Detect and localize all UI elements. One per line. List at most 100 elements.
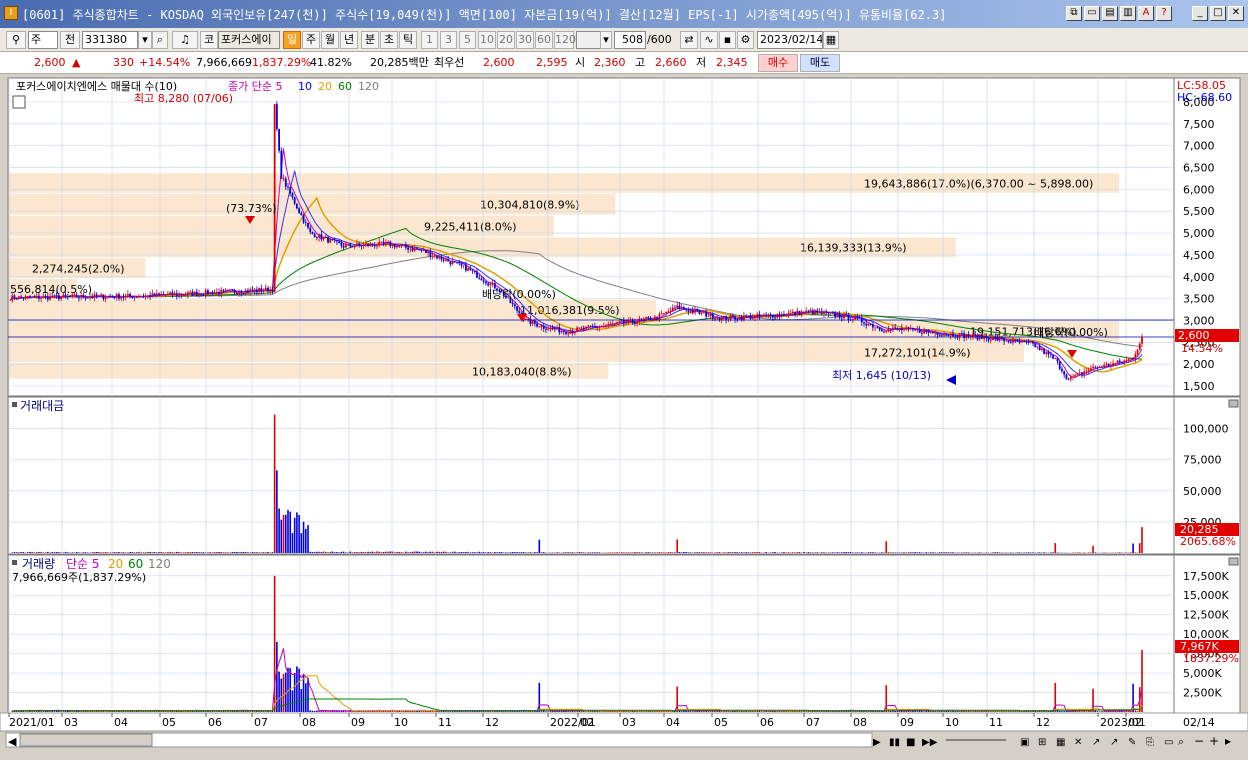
volume-bar: [1081, 711, 1083, 712]
amount-bar: [516, 552, 518, 553]
maximize-icon[interactable]: □: [1210, 6, 1226, 21]
amount-bar: [576, 552, 578, 553]
search-icon[interactable]: ⌕: [152, 31, 168, 49]
candle-body: [267, 288, 269, 292]
interval-60[interactable]: 60: [535, 31, 553, 49]
amount-bar: [659, 552, 661, 553]
swap-icon[interactable]: ⇄: [680, 31, 698, 49]
grid-icon[interactable]: ▦: [1056, 737, 1065, 748]
layout-icon[interactable]: ▣: [1020, 737, 1029, 748]
grid-icon[interactable]: [13, 96, 25, 108]
question-icon[interactable]: ?: [1156, 6, 1172, 21]
candle-body: [992, 337, 994, 340]
date-input[interactable]: 2023/02/14: [757, 31, 823, 49]
candle-body: [418, 250, 420, 251]
zoom-out-icon[interactable]: −: [1194, 734, 1204, 748]
panel-icon[interactable]: ▭: [1164, 737, 1173, 748]
amount-bar: [236, 552, 238, 553]
candle-body: [25, 296, 27, 298]
tile-icon[interactable]: ▤: [1102, 6, 1118, 21]
period-month[interactable]: 월: [321, 31, 339, 49]
candle-body: [118, 294, 120, 298]
interval-1[interactable]: 1: [421, 31, 438, 49]
period-year[interactable]: 년: [340, 31, 358, 49]
speaker-icon[interactable]: ♫: [172, 31, 198, 49]
chart-area[interactable]: 19,643,886(17.0%)(6,370.00 ~ 5,898.00)10…: [0, 74, 1248, 757]
pause-icon[interactable]: ▮▮: [889, 737, 900, 748]
code-input[interactable]: 331380: [82, 31, 138, 49]
amount-bar: [336, 552, 338, 553]
y-tick-label: 3,500: [1183, 293, 1215, 306]
split-icon[interactable]: ▥: [1120, 6, 1136, 21]
panel-close-icon[interactable]: [1229, 400, 1238, 407]
amount-bar: [96, 552, 98, 553]
panel-close-icon[interactable]: [1229, 558, 1238, 565]
volume-bar: [601, 711, 603, 712]
candle-body: [327, 237, 329, 242]
stock-chart[interactable]: 19,643,886(17.0%)(6,370.00 ~ 5,898.00)10…: [0, 74, 1248, 757]
calendar-icon[interactable]: ▦: [823, 31, 839, 49]
zoom-in-icon[interactable]: +: [1209, 734, 1219, 748]
prev-button[interactable]: 전: [60, 31, 80, 49]
amount-bar: [772, 552, 774, 553]
volume-value: 7,966,669: [196, 56, 252, 70]
search-icon[interactable]: ⌕: [1178, 735, 1184, 748]
candle-body: [543, 326, 545, 329]
candle-body: [45, 296, 47, 297]
interval-20[interactable]: 20: [497, 31, 515, 49]
candle-body: [968, 334, 970, 337]
buy-button[interactable]: 매수: [758, 54, 798, 72]
split-icon[interactable]: ⊞: [1038, 737, 1046, 748]
amount-bar: [908, 552, 910, 553]
close-icon[interactable]: ✕: [1228, 6, 1244, 21]
mode-select[interactable]: 주: [28, 31, 58, 49]
print-icon[interactable]: ▭: [1084, 6, 1100, 21]
fast-forward-icon[interactable]: ▶▶: [922, 737, 938, 748]
filter-icon[interactable]: ⚲: [6, 31, 26, 49]
gear-icon[interactable]: ⚙: [737, 31, 754, 49]
font-icon[interactable]: A: [1138, 6, 1154, 21]
chevron-down-icon[interactable]: ▾: [600, 31, 612, 49]
market-tab[interactable]: 코: [200, 31, 218, 49]
interval-30[interactable]: 30: [516, 31, 534, 49]
interval-3[interactable]: 3: [440, 31, 457, 49]
save-icon[interactable]: ▪: [719, 31, 736, 49]
amount-bar: [1057, 552, 1059, 553]
amount-panel[interactable]: [8, 397, 1174, 554]
amount-bar: [51, 552, 53, 553]
interval-5[interactable]: 5: [459, 31, 476, 49]
scrollbar-thumb[interactable]: [20, 734, 152, 746]
interval-10[interactable]: 10: [478, 31, 496, 49]
scroll-left-icon[interactable]: ◀: [8, 735, 17, 748]
period-day[interactable]: 일: [283, 31, 301, 49]
period-minute[interactable]: 분: [361, 31, 379, 49]
candle-body: [574, 331, 576, 332]
scroll-right-icon[interactable]: ▸: [1225, 734, 1231, 748]
candle-body: [258, 288, 260, 291]
candle-body: [1019, 341, 1021, 342]
candle-body: [974, 334, 976, 335]
amount-bar: [992, 552, 994, 553]
amount-bar: [741, 552, 743, 553]
count-input[interactable]: 508: [614, 31, 646, 49]
candle-body: [131, 296, 133, 298]
period-second[interactable]: 초: [380, 31, 398, 49]
stop-icon[interactable]: ■: [906, 737, 915, 748]
amount-bar: [123, 552, 125, 553]
brush-icon[interactable]: ✎: [1128, 737, 1136, 748]
chart-type-icon[interactable]: ∿: [700, 31, 718, 49]
sell-button[interactable]: 매도: [800, 54, 840, 72]
link-icon[interactable]: ⧉: [1066, 6, 1082, 21]
minimize-icon[interactable]: _: [1192, 6, 1208, 21]
ray-tool-icon[interactable]: ↗: [1110, 737, 1118, 748]
line-tool-icon[interactable]: ↗: [1092, 737, 1100, 748]
candle-body: [149, 295, 151, 297]
period-week[interactable]: 주: [302, 31, 320, 49]
link-icon[interactable]: ⎘: [1146, 737, 1154, 748]
play-icon[interactable]: ▶: [873, 737, 881, 748]
period-tick[interactable]: 틱: [399, 31, 417, 49]
amount-bar: [383, 552, 385, 553]
crosshair-icon[interactable]: ✕: [1074, 737, 1082, 748]
chevron-down-icon[interactable]: ▾: [138, 31, 152, 49]
interval-120[interactable]: 120: [554, 31, 574, 49]
